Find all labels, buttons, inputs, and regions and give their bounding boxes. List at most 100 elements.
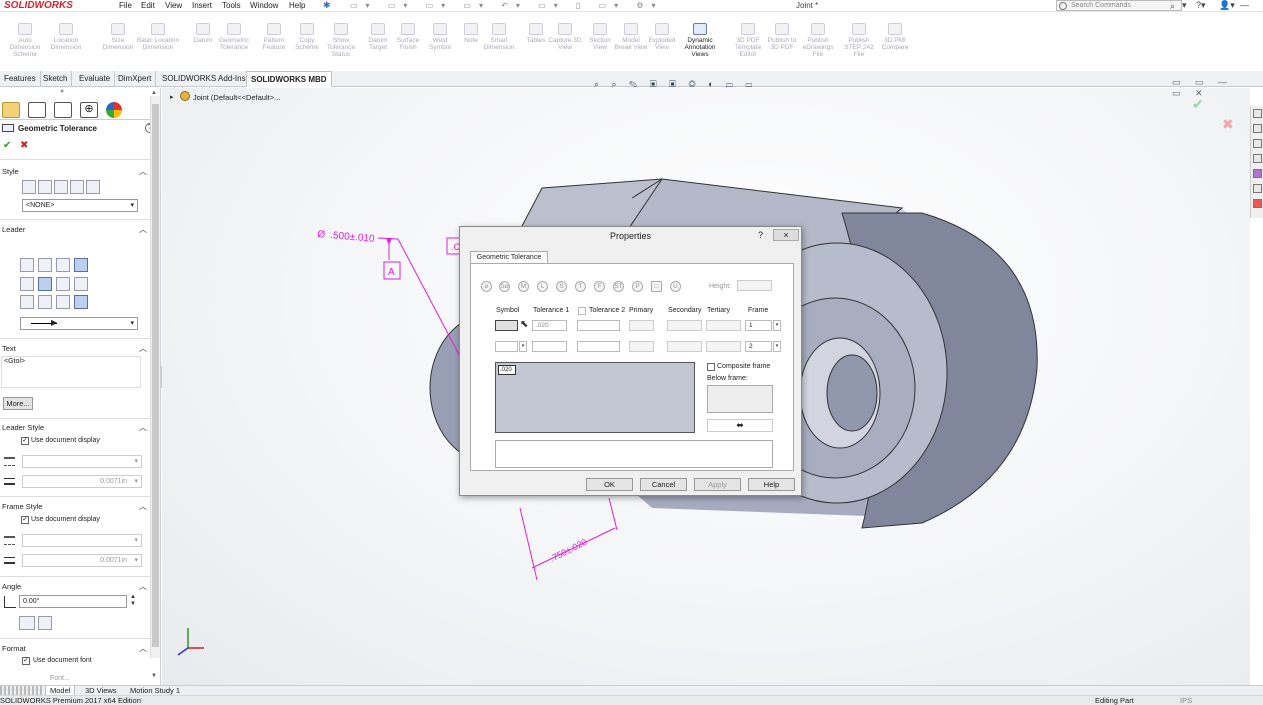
appearance-icon[interactable] — [1253, 169, 1262, 178]
leader-bent-selected-icon[interactable] — [38, 277, 52, 291]
solidworks-logo[interactable]: SOLIDWORKS — [4, 0, 73, 12]
symbol-select-row2[interactable] — [495, 341, 518, 352]
lmc-icon[interactable]: L — [537, 281, 548, 292]
ribbon-button-dynamic-annotation-views[interactable]: Dynamic Annotation Views — [683, 13, 717, 58]
format-section-header[interactable]: Format ︿ — [0, 643, 150, 655]
text-horizontal-icon[interactable] — [19, 616, 35, 630]
leader-auto-icon[interactable] — [74, 258, 88, 272]
use-doc-font-checkbox[interactable]: ✓ — [22, 657, 30, 665]
ribbon-button-location-dimension[interactable]: Location Dimension — [49, 13, 83, 51]
projected-zone-icon[interactable]: P — [632, 281, 643, 292]
ribbon-button-smart-dimension[interactable]: Smart Dimension — [482, 13, 516, 51]
ribbon-button-show-tolerance-status[interactable]: Show Tolerance Status — [324, 13, 358, 58]
leader-use-doc-checkbox[interactable]: ✓ — [21, 437, 29, 445]
confirm-corner-x-icon[interactable]: ✖ — [1222, 116, 1234, 133]
spherical-diameter-icon[interactable]: S⌀ — [499, 281, 510, 292]
ribbon-button-publish-to-3d-pdf[interactable]: Publish to 3D PDF — [765, 13, 799, 51]
cancel-button[interactable]: Cancel — [640, 478, 687, 491]
style-load-icon[interactable] — [86, 180, 100, 194]
quick-access-toolbar[interactable]: ▭▾ ▭▾ ▭▾ ▭▾ ↶▾ ▭▾ ▯ ▭▾ ⚙▾ — [350, 1, 664, 10]
style-add-icon[interactable] — [38, 180, 52, 194]
panel-splitter-dot[interactable]: ● — [60, 88, 64, 95]
tolerance1-row1[interactable]: .020 — [532, 320, 567, 331]
configuration-manager-icon[interactable] — [54, 102, 72, 118]
leader-style-section-header[interactable]: Leader Style ︿ — [0, 422, 150, 434]
dim-top-diameter-symbol[interactable]: Ø — [317, 229, 326, 241]
unequal-profile-icon[interactable]: U — [670, 281, 681, 292]
frame-line-style-select[interactable]: ▾ — [22, 534, 142, 547]
ribbon-button-size-dimension[interactable]: Size Dimension — [101, 13, 135, 51]
tab-sketch[interactable]: Sketch — [39, 71, 73, 87]
dialog-help-icon[interactable]: ? — [758, 230, 763, 240]
ribbon-button-auto-dimension-scheme[interactable]: Auto Dimension Scheme — [8, 13, 42, 58]
leader-all-around-icon[interactable] — [38, 295, 52, 309]
ribbon-button-geometric-tolerance[interactable]: Geometric Tolerance — [217, 13, 251, 51]
text-vertical-icon[interactable] — [38, 616, 52, 630]
ribbon-button-3d-pmi-compare[interactable]: 3D PMI Compare — [878, 13, 912, 51]
leader-spline-icon[interactable] — [56, 295, 70, 309]
view-heads-up-toolbar[interactable]: ⌕ ⌕ ✎ ▣ ▣ ◎ ◐ ▭ ▭ — [594, 79, 757, 90]
composite-frame-checkbox[interactable] — [707, 363, 715, 371]
leader-line-style-select[interactable]: ▾ — [22, 455, 142, 468]
ribbon-button-3d-pdf-template-editor[interactable]: 3D PDF Template Editor — [731, 13, 765, 58]
arrow-style-select[interactable]: ▶ ▾ — [20, 317, 138, 330]
tolerance2-row2[interactable] — [577, 341, 620, 352]
rfs-icon[interactable]: S — [556, 281, 567, 292]
search-input[interactable]: Search Commands ⌕ — [1056, 0, 1182, 11]
ribbon-button-publish-step-242-file[interactable]: Publish STEP 242 File — [842, 13, 876, 58]
frame-use-doc-checkbox[interactable]: ✓ — [21, 516, 29, 524]
window-controls[interactable]: ▭ ▭ ― ▭ ✕ — [1172, 77, 1250, 99]
style-save-icon[interactable] — [70, 180, 84, 194]
leader-right-icon[interactable] — [56, 277, 70, 291]
frame-row1-dropdown-icon[interactable]: ▾ — [773, 320, 781, 331]
menu-file[interactable]: File — [119, 0, 132, 12]
tab-addins[interactable]: SOLIDWORKS Add-Ins — [158, 71, 251, 87]
resources-icon[interactable] — [1253, 124, 1262, 133]
style-section-header[interactable]: Style ︿ — [0, 166, 150, 178]
leader-thickness-select[interactable]: 0.0071in ▾ — [22, 475, 142, 488]
help-icon[interactable]: ?▾ — [1196, 0, 1206, 11]
leader-none-icon[interactable] — [56, 258, 70, 272]
angle-spinner[interactable]: ▲ ▼ — [130, 594, 136, 608]
leader-straight-icon[interactable] — [20, 258, 34, 272]
menu-help[interactable]: Help — [289, 0, 305, 12]
frame-row2[interactable]: 2 — [745, 341, 772, 352]
frame-style-section-header[interactable]: Frame Style ︿ — [0, 501, 150, 513]
free-state-icon[interactable]: F — [594, 281, 605, 292]
help-button[interactable]: Help — [748, 478, 795, 491]
tree-root[interactable]: Joint (Default<<Default>... — [193, 93, 280, 102]
leader-left-icon[interactable] — [20, 277, 34, 291]
tertiary-row2[interactable] — [706, 341, 741, 352]
height-input[interactable] — [737, 280, 772, 291]
scroll-down-icon[interactable]: ▼ — [151, 673, 157, 679]
menu-edit[interactable]: Edit — [141, 0, 155, 12]
search-dropdown-icon[interactable]: ▾ — [1182, 0, 1187, 11]
symbol-row2-dropdown-icon[interactable]: ▾ — [519, 341, 527, 352]
ribbon-button-copy-scheme[interactable]: Copy Scheme — [290, 13, 324, 51]
leader-bent-icon[interactable] — [38, 258, 52, 272]
move-left-right-icon[interactable]: ⬌ — [707, 419, 773, 432]
ribbon-button-model-break-view[interactable]: Model Break View — [614, 13, 648, 51]
frame-thickness-select[interactable]: 0.0071in ▾ — [22, 554, 142, 567]
tolerance2-row1[interactable] — [577, 320, 620, 331]
ribbon-button-section-view[interactable]: Section View — [583, 13, 617, 51]
frame-row1[interactable]: 1 — [745, 320, 772, 331]
ribbon-button-datum[interactable]: Datum — [186, 13, 220, 44]
tolerance2-checkbox[interactable] — [578, 307, 586, 315]
status-units[interactable]: IPS — [1180, 696, 1192, 705]
dim-bottom-text[interactable]: .750±.020 — [548, 537, 588, 564]
tree-expand-icon[interactable]: ▸ — [170, 93, 174, 101]
tertiary-row1[interactable] — [706, 320, 741, 331]
menu-window[interactable]: Window — [250, 0, 278, 12]
property-manager-icon[interactable] — [28, 102, 46, 118]
tolerance1-row2[interactable] — [532, 341, 567, 352]
menu-insert[interactable]: Insert — [192, 0, 212, 12]
minimize-icon[interactable]: — — [1240, 0, 1249, 11]
tab-dimxpert[interactable]: DimXpert — [114, 71, 157, 87]
symbol-select-row1[interactable] — [495, 320, 518, 331]
style-select[interactable]: <NONE> ▾ — [22, 199, 138, 212]
ribbon-button-capture-3d-view[interactable]: Capture 3D View — [548, 13, 582, 51]
style-update-icon[interactable] — [54, 180, 68, 194]
angle-section-header[interactable]: Angle ︿ — [0, 581, 150, 593]
leader-perpendicular-icon[interactable] — [20, 295, 34, 309]
